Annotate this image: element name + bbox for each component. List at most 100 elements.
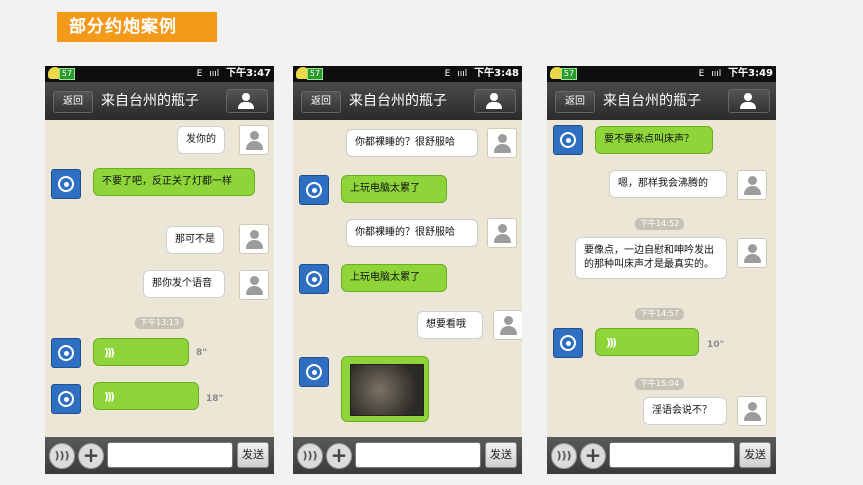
send-button[interactable]: 发送 xyxy=(237,442,269,468)
my-avatar[interactable] xyxy=(737,396,767,426)
voice-wave-icon: ))) xyxy=(104,346,115,359)
message-list[interactable]: 你都裸睡的？很舒服哈 上玩电脑太累了 你都裸睡的？很舒服哈 上玩电脑太累了 想要… xyxy=(293,120,522,437)
sent-message[interactable]: 想要看哦 xyxy=(417,311,483,339)
notification-icons: 57 xyxy=(48,67,76,81)
add-attachment-button[interactable]: + xyxy=(580,443,606,469)
received-message[interactable]: 不要了吧，反正关了灯都一样 xyxy=(93,168,255,196)
sent-message[interactable]: 要像点，一边自慰和呻吟发出的那种叫床声才是最真实的。 xyxy=(575,237,727,279)
sent-message[interactable]: 嗯，那样我会沸腾的 xyxy=(609,170,727,198)
add-attachment-button[interactable]: + xyxy=(78,443,104,469)
voice-input-toggle[interactable]: ))) xyxy=(297,443,323,469)
chat-titlebar: 返回 来自台州的瓶子 xyxy=(293,82,522,120)
my-avatar[interactable] xyxy=(487,218,517,248)
voice-input-toggle[interactable]: ))) xyxy=(551,443,577,469)
received-message[interactable]: 上玩电脑太累了 xyxy=(341,175,447,203)
section-banner: 部分约炮案例 xyxy=(57,12,217,42)
voice-duration: 8" xyxy=(196,348,207,358)
voice-wave-icon: ))) xyxy=(104,390,115,403)
chat-titlebar: 返回 来自台州的瓶子 xyxy=(547,82,776,120)
notification-icons: 57 xyxy=(296,67,324,81)
message-timestamp: 下午15:04 xyxy=(635,378,685,390)
message-list[interactable]: 要不要来点叫床声？ 嗯，那样我会沸腾的 下午14:52 要像点，一边自慰和呻吟发… xyxy=(547,120,776,437)
contact-avatar[interactable] xyxy=(553,328,583,358)
sent-message[interactable]: 你都裸睡的？很舒服哈 xyxy=(346,129,478,157)
contact-profile-button[interactable] xyxy=(728,89,770,113)
message-input[interactable] xyxy=(107,442,233,468)
my-avatar[interactable] xyxy=(487,128,517,158)
input-bar: ))) + 发送 xyxy=(45,437,274,474)
signal-icon: ıııl xyxy=(711,69,722,79)
my-avatar[interactable] xyxy=(239,270,269,300)
contact-avatar[interactable] xyxy=(51,384,81,414)
input-bar: ))) + 发送 xyxy=(293,437,522,474)
chat-titlebar: 返回 来自台州的瓶子 xyxy=(45,82,274,120)
sent-message[interactable]: 你都裸睡的？很舒服哈 xyxy=(346,219,478,247)
received-message[interactable]: 要不要来点叫床声？ xyxy=(595,126,713,154)
signal-icon: ıııl xyxy=(457,69,468,79)
notification-badge: 57 xyxy=(59,68,75,80)
my-avatar[interactable] xyxy=(239,125,269,155)
contact-avatar[interactable] xyxy=(51,169,81,199)
contact-avatar[interactable] xyxy=(299,357,329,387)
sent-message[interactable]: 那可不是 xyxy=(166,226,224,254)
network-type: E xyxy=(196,69,203,79)
notification-badge: 57 xyxy=(307,68,323,80)
message-list[interactable]: 发你的 不要了吧，反正关了灯都一样 那可不是 那你发个语音 下午13:13 ))… xyxy=(45,120,274,437)
clock: 下午3:49 xyxy=(728,68,773,79)
network-type: E xyxy=(698,69,705,79)
contact-avatar[interactable] xyxy=(553,125,583,155)
voice-duration: 10" xyxy=(707,340,725,350)
voice-input-toggle[interactable]: ))) xyxy=(49,443,75,469)
voice-message[interactable]: ))) xyxy=(93,338,189,366)
input-bar: ))) + 发送 xyxy=(547,437,776,474)
status-right: E ıııl 下午3:47 xyxy=(193,67,271,81)
contact-avatar[interactable] xyxy=(51,338,81,368)
signal-icon: ıııl xyxy=(209,69,220,79)
my-avatar[interactable] xyxy=(493,310,522,340)
image-message[interactable] xyxy=(341,356,429,422)
network-type: E xyxy=(444,69,451,79)
message-timestamp: 下午14:52 xyxy=(635,218,685,230)
sent-message[interactable]: 那你发个语音 xyxy=(143,270,225,298)
contact-profile-button[interactable] xyxy=(226,89,268,113)
clock: 下午3:48 xyxy=(474,68,519,79)
voice-duration: 18" xyxy=(206,394,224,404)
voice-message[interactable]: ))) xyxy=(595,328,699,356)
send-button[interactable]: 发送 xyxy=(739,442,771,468)
message-timestamp: 下午13:13 xyxy=(135,317,185,329)
voice-message[interactable]: ))) xyxy=(93,382,199,410)
contact-avatar[interactable] xyxy=(299,175,329,205)
user-icon xyxy=(744,93,752,101)
status-right: E ıııl 下午3:49 xyxy=(695,67,773,81)
my-avatar[interactable] xyxy=(239,224,269,254)
add-attachment-button[interactable]: + xyxy=(326,443,352,469)
status-right: E ıııl 下午3:48 xyxy=(441,67,519,81)
received-message[interactable]: 上玩电脑太累了 xyxy=(341,264,447,292)
sent-message[interactable]: 淫语会说不？ xyxy=(643,397,727,425)
send-button[interactable]: 发送 xyxy=(485,442,517,468)
my-avatar[interactable] xyxy=(737,170,767,200)
chat-title: 来自台州的瓶子 xyxy=(603,93,701,109)
notification-icons: 57 xyxy=(550,67,578,81)
phone-screenshot-1: 57 E ıııl 下午3:47 返回 来自台州的瓶子 发你的 不要了吧，反正关… xyxy=(45,66,274,474)
user-icon xyxy=(490,93,498,101)
status-bar: 57 E ıııl 下午3:47 xyxy=(45,66,274,82)
contact-profile-button[interactable] xyxy=(474,89,516,113)
contact-avatar[interactable] xyxy=(299,264,329,294)
back-button[interactable]: 返回 xyxy=(555,91,595,113)
my-avatar[interactable] xyxy=(737,238,767,268)
status-bar: 57 E ıııl 下午3:48 xyxy=(293,66,522,82)
phone-screenshot-3: 57 E ıııl 下午3:49 返回 来自台州的瓶子 要不要来点叫床声？ 嗯，… xyxy=(547,66,776,474)
back-button[interactable]: 返回 xyxy=(301,91,341,113)
status-bar: 57 E ıııl 下午3:49 xyxy=(547,66,776,82)
voice-wave-icon: ))) xyxy=(606,336,617,349)
photo-thumbnail xyxy=(350,364,424,416)
user-icon xyxy=(242,93,250,101)
phone-screenshot-2: 57 E ıııl 下午3:48 返回 来自台州的瓶子 你都裸睡的？很舒服哈 上… xyxy=(293,66,522,474)
message-input[interactable] xyxy=(609,442,735,468)
chat-title: 来自台州的瓶子 xyxy=(349,93,447,109)
notification-badge: 57 xyxy=(561,68,577,80)
message-input[interactable] xyxy=(355,442,481,468)
back-button[interactable]: 返回 xyxy=(53,91,93,113)
sent-message[interactable]: 发你的 xyxy=(177,126,225,154)
